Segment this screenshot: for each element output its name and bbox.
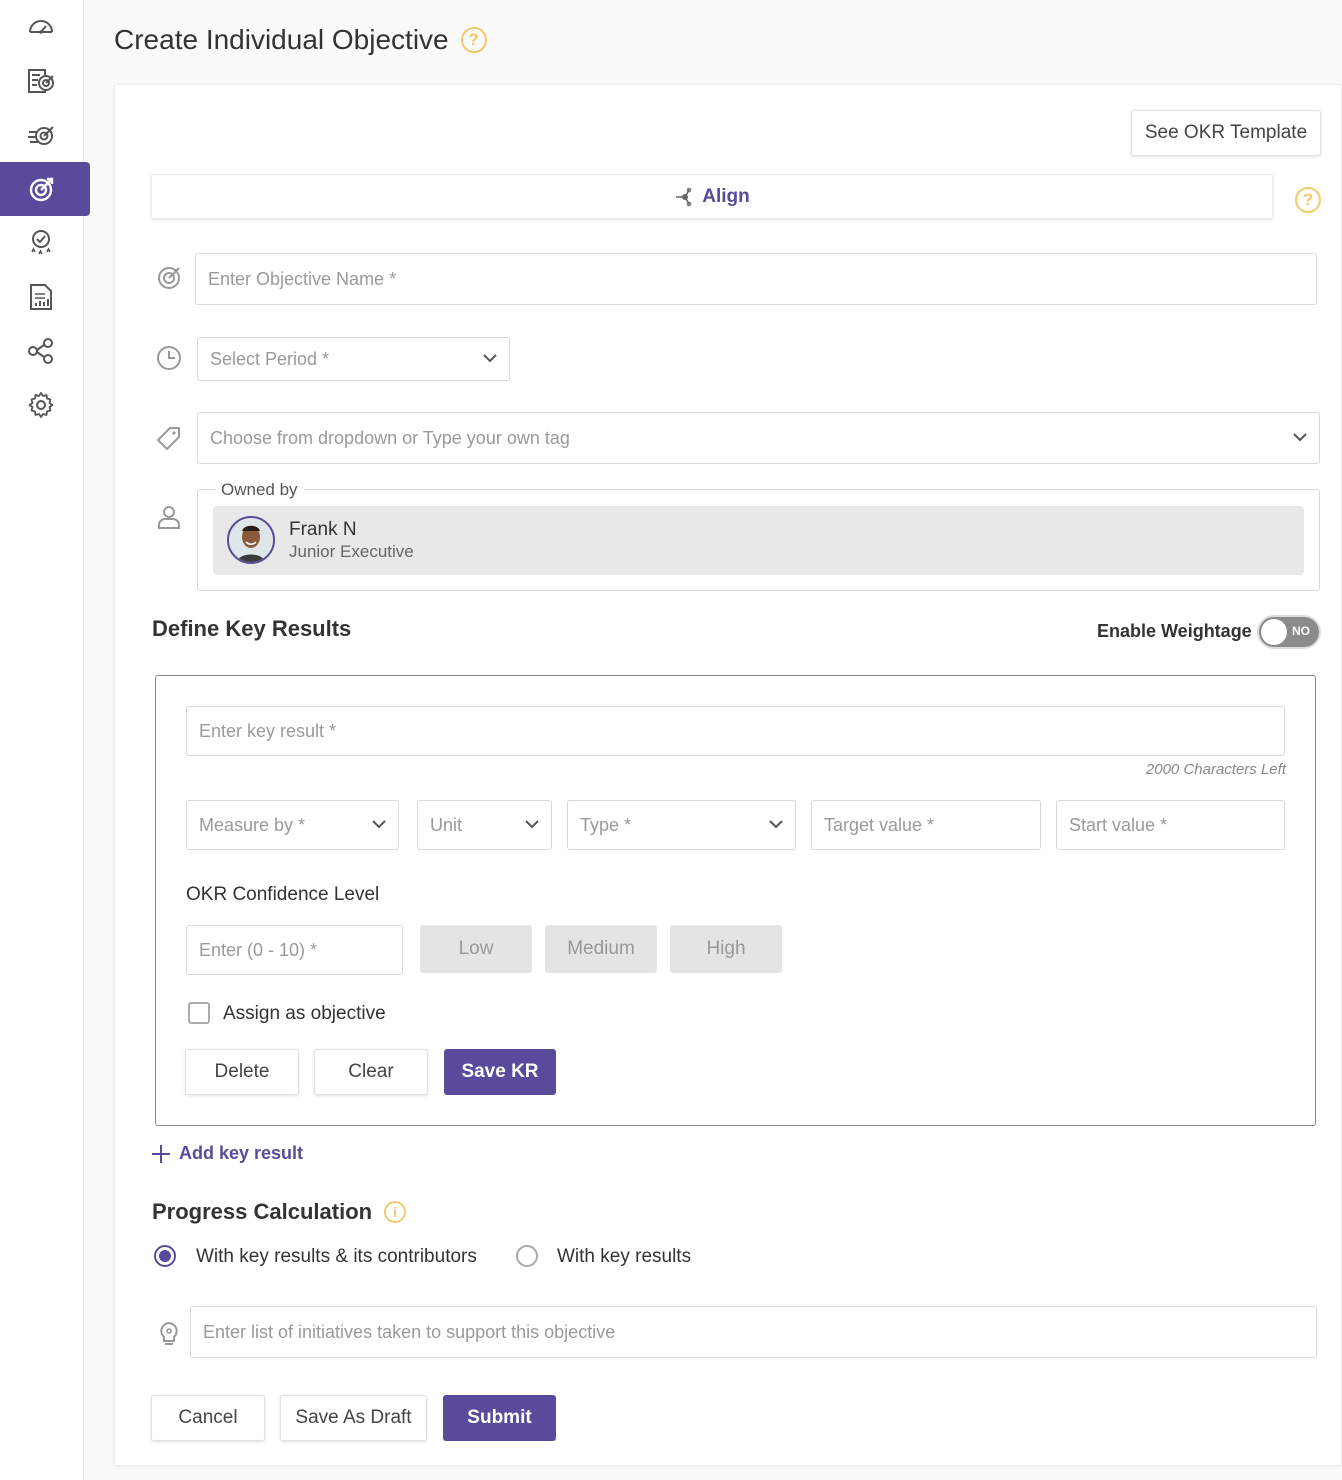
avatar: [227, 516, 275, 564]
cancel-button[interactable]: Cancel: [151, 1395, 265, 1441]
radio-dot: [159, 1250, 171, 1262]
confidence-low-button[interactable]: Low: [420, 925, 532, 973]
owned-by-label: Owned by: [215, 480, 304, 500]
nav-reports[interactable]: [0, 270, 90, 324]
nav-alignment-map[interactable]: [0, 324, 90, 378]
save-kr-button[interactable]: Save KR: [444, 1049, 556, 1095]
characters-left: 2000 Characters Left: [1145, 761, 1286, 778]
alignment-map-icon: [28, 338, 53, 364]
toggle-state: NO: [1292, 624, 1310, 638]
tag-icon: [157, 427, 180, 450]
clock-icon: [157, 346, 181, 370]
align-help-icon[interactable]: ?: [1295, 187, 1321, 213]
confidence-placeholder: Enter (0 - 10) *: [199, 939, 318, 960]
my-goals-icon: [28, 69, 54, 93]
page-title: Create Individual Objective ?: [114, 24, 487, 56]
key-result-box: Enter key result * 2000 Characters Left …: [155, 675, 1316, 1126]
see-okr-template-button[interactable]: See OKR Template: [1131, 110, 1321, 156]
help-icon[interactable]: ?: [460, 27, 487, 53]
key-result-placeholder: Enter key result *: [199, 720, 337, 741]
confidence-high-button[interactable]: High: [670, 925, 782, 973]
settings-icon: [28, 392, 54, 418]
align-icon: [676, 187, 692, 206]
nav-objectives[interactable]: [0, 162, 90, 216]
add-key-result-label: Add key result: [179, 1143, 304, 1163]
nav-settings[interactable]: [0, 378, 90, 432]
feedback-icon: [31, 230, 51, 255]
tag-placeholder: Choose from dropdown or Type your own ta…: [210, 427, 570, 448]
owner-name: Frank N: [289, 519, 357, 540]
objective-name-input[interactable]: Enter Objective Name *: [195, 253, 1317, 305]
clear-kr-button[interactable]: Clear: [314, 1049, 428, 1095]
toggle-knob: [1261, 619, 1287, 645]
dashboard-icon: [29, 20, 53, 34]
unit-select[interactable]: Unit: [417, 800, 552, 850]
info-icon[interactable]: i: [384, 1201, 407, 1223]
start-value-placeholder: Start value *: [1069, 814, 1168, 835]
align-label: Align: [702, 185, 750, 207]
owner-chip[interactable]: Frank N Junior Executive: [213, 506, 1304, 575]
objective-form-card: See OKR Template Align ? Enter Objective…: [114, 84, 1342, 1466]
progress-option-1-label: With key results & its contributors: [196, 1246, 477, 1267]
reports-icon: [30, 284, 52, 310]
progress-title: Progress Calculation: [152, 1199, 373, 1224]
start-value-input[interactable]: Start value *: [1056, 800, 1285, 850]
measure-by-select[interactable]: Measure by *: [186, 800, 399, 850]
assign-objective-checkbox[interactable]: [188, 1002, 210, 1024]
user-icon: [158, 506, 180, 529]
type-select[interactable]: Type *: [567, 800, 796, 850]
confidence-medium-button[interactable]: Medium: [545, 925, 657, 973]
objectives-icon: [29, 177, 54, 202]
sidebar: [0, 0, 90, 1480]
progress-heading: Progress Calculation i: [152, 1199, 407, 1225]
target-value-placeholder: Target value *: [824, 814, 935, 835]
confidence-title: OKR Confidence Level: [186, 884, 380, 905]
assign-objective-label: Assign as objective: [223, 1003, 386, 1024]
lightbulb-icon: [160, 1321, 178, 1345]
target-icon: [158, 267, 180, 289]
page-title-text: Create Individual Objective: [114, 24, 449, 55]
team-goals-icon: [28, 126, 54, 145]
key-result-input[interactable]: Enter key result *: [186, 706, 1285, 756]
chevron-down-icon: [483, 354, 497, 363]
confidence-input[interactable]: Enter (0 - 10) *: [186, 925, 403, 975]
period-placeholder: Select Period *: [210, 348, 330, 369]
chevron-down-icon: [769, 820, 783, 829]
submit-button[interactable]: Submit: [443, 1395, 556, 1441]
nav-team-goals[interactable]: [0, 108, 90, 162]
nav-dashboard[interactable]: [0, 0, 90, 54]
plus-icon: [152, 1144, 170, 1163]
delete-kr-button[interactable]: Delete: [185, 1049, 299, 1095]
measure-by-placeholder: Measure by *: [199, 814, 306, 835]
objective-name-placeholder: Enter Objective Name *: [208, 268, 397, 289]
chevron-down-icon: [525, 820, 539, 829]
weightage-toggle[interactable]: NO: [1257, 615, 1321, 649]
align-button[interactable]: Align: [151, 174, 1273, 219]
progress-option-2-label: With key results: [557, 1246, 692, 1267]
period-select[interactable]: Select Period *: [197, 337, 510, 381]
weightage-label: Enable Weightage: [1097, 621, 1252, 641]
tag-select[interactable]: Choose from dropdown or Type your own ta…: [197, 412, 1320, 464]
add-key-result-button[interactable]: Add key result: [151, 1143, 303, 1164]
progress-option-2-radio[interactable]: [516, 1245, 538, 1267]
initiatives-placeholder: Enter list of initiatives taken to suppo…: [203, 1321, 616, 1342]
progress-option-1-radio[interactable]: [154, 1245, 176, 1267]
target-value-input[interactable]: Target value *: [811, 800, 1041, 850]
nav-feedback[interactable]: [0, 216, 90, 270]
key-results-title: Define Key Results: [152, 616, 352, 641]
unit-placeholder: Unit: [430, 814, 463, 835]
chevron-down-icon: [1293, 433, 1307, 442]
save-as-draft-button[interactable]: Save As Draft: [280, 1395, 427, 1441]
type-placeholder: Type *: [580, 814, 632, 835]
chevron-down-icon: [372, 820, 386, 829]
nav-my-goals[interactable]: [0, 54, 90, 108]
initiatives-input[interactable]: Enter list of initiatives taken to suppo…: [190, 1306, 1317, 1358]
owner-role: Junior Executive: [289, 542, 414, 561]
